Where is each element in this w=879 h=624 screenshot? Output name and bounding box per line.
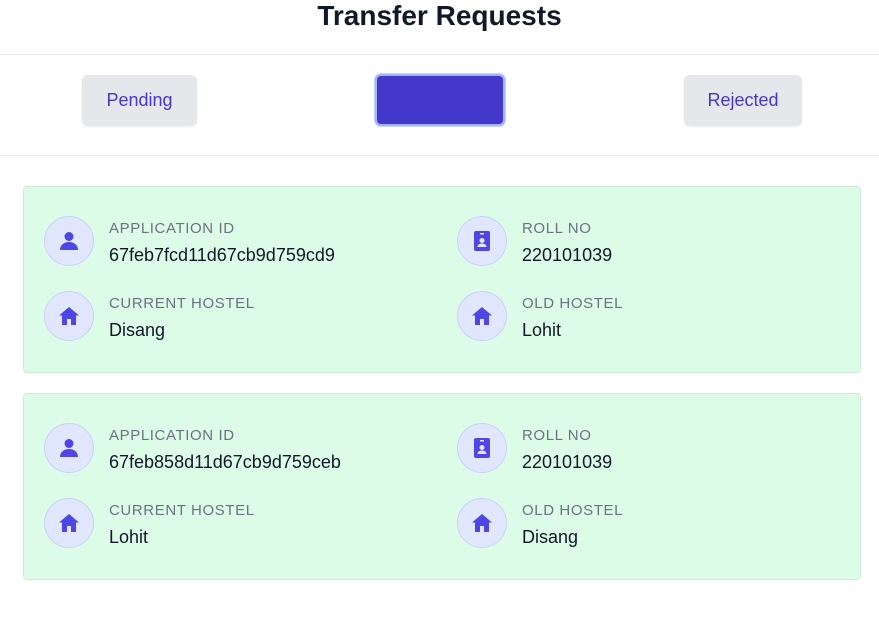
roll-no-value: 220101039 (522, 452, 613, 472)
old-hostel-label: OLD HOSTEL (522, 295, 624, 312)
old-hostel-field: OLD HOSTEL Lohit (457, 291, 623, 342)
id-badge-icon (457, 423, 507, 473)
roll-no-label: ROLL NO (522, 427, 592, 444)
current-hostel-field: CURRENT HOSTEL Disang (44, 291, 255, 342)
tab-bar-divider (0, 155, 879, 156)
roll-no-label: ROLL NO (522, 220, 592, 237)
old-hostel-value: Disang (522, 527, 579, 547)
tab-approved[interactable] (375, 74, 505, 126)
application-id-value: 67feb858d11d67cb9d759ceb (109, 452, 341, 472)
user-icon (44, 216, 94, 266)
application-id-field: APPLICATION ID 67feb7fcd11d67cb9d759cd9 (44, 216, 335, 267)
application-id-field: APPLICATION ID 67feb858d11d67cb9d759ceb (44, 423, 341, 474)
roll-no-value: 220101039 (522, 245, 613, 265)
old-hostel-value: Lohit (522, 320, 562, 340)
current-hostel-label: CURRENT HOSTEL (109, 502, 255, 519)
home-icon (457, 498, 507, 548)
roll-no-field: ROLL NO 220101039 (457, 423, 612, 474)
application-id-value: 67feb7fcd11d67cb9d759cd9 (109, 245, 335, 265)
home-icon (44, 291, 94, 341)
current-hostel-field: CURRENT HOSTEL Lohit (44, 498, 255, 549)
transfer-request-card: APPLICATION ID 67feb858d11d67cb9d759ceb … (23, 393, 861, 580)
home-icon (457, 291, 507, 341)
title-divider (0, 54, 879, 55)
user-icon (44, 423, 94, 473)
home-icon (44, 498, 94, 548)
id-badge-icon (457, 216, 507, 266)
tab-rejected[interactable]: Rejected (684, 75, 802, 126)
current-hostel-label: CURRENT HOSTEL (109, 295, 255, 312)
current-hostel-value: Lohit (109, 527, 149, 547)
old-hostel-field: OLD HOSTEL Disang (457, 498, 623, 549)
roll-no-field: ROLL NO 220101039 (457, 216, 612, 267)
application-id-label: APPLICATION ID (109, 220, 235, 237)
tab-pending[interactable]: Pending (82, 75, 197, 126)
transfer-request-card: APPLICATION ID 67feb7fcd11d67cb9d759cd9 … (23, 186, 861, 373)
old-hostel-label: OLD HOSTEL (522, 502, 624, 519)
page-title: Transfer Requests (317, 0, 562, 31)
current-hostel-value: Disang (109, 320, 166, 340)
application-id-label: APPLICATION ID (109, 427, 235, 444)
